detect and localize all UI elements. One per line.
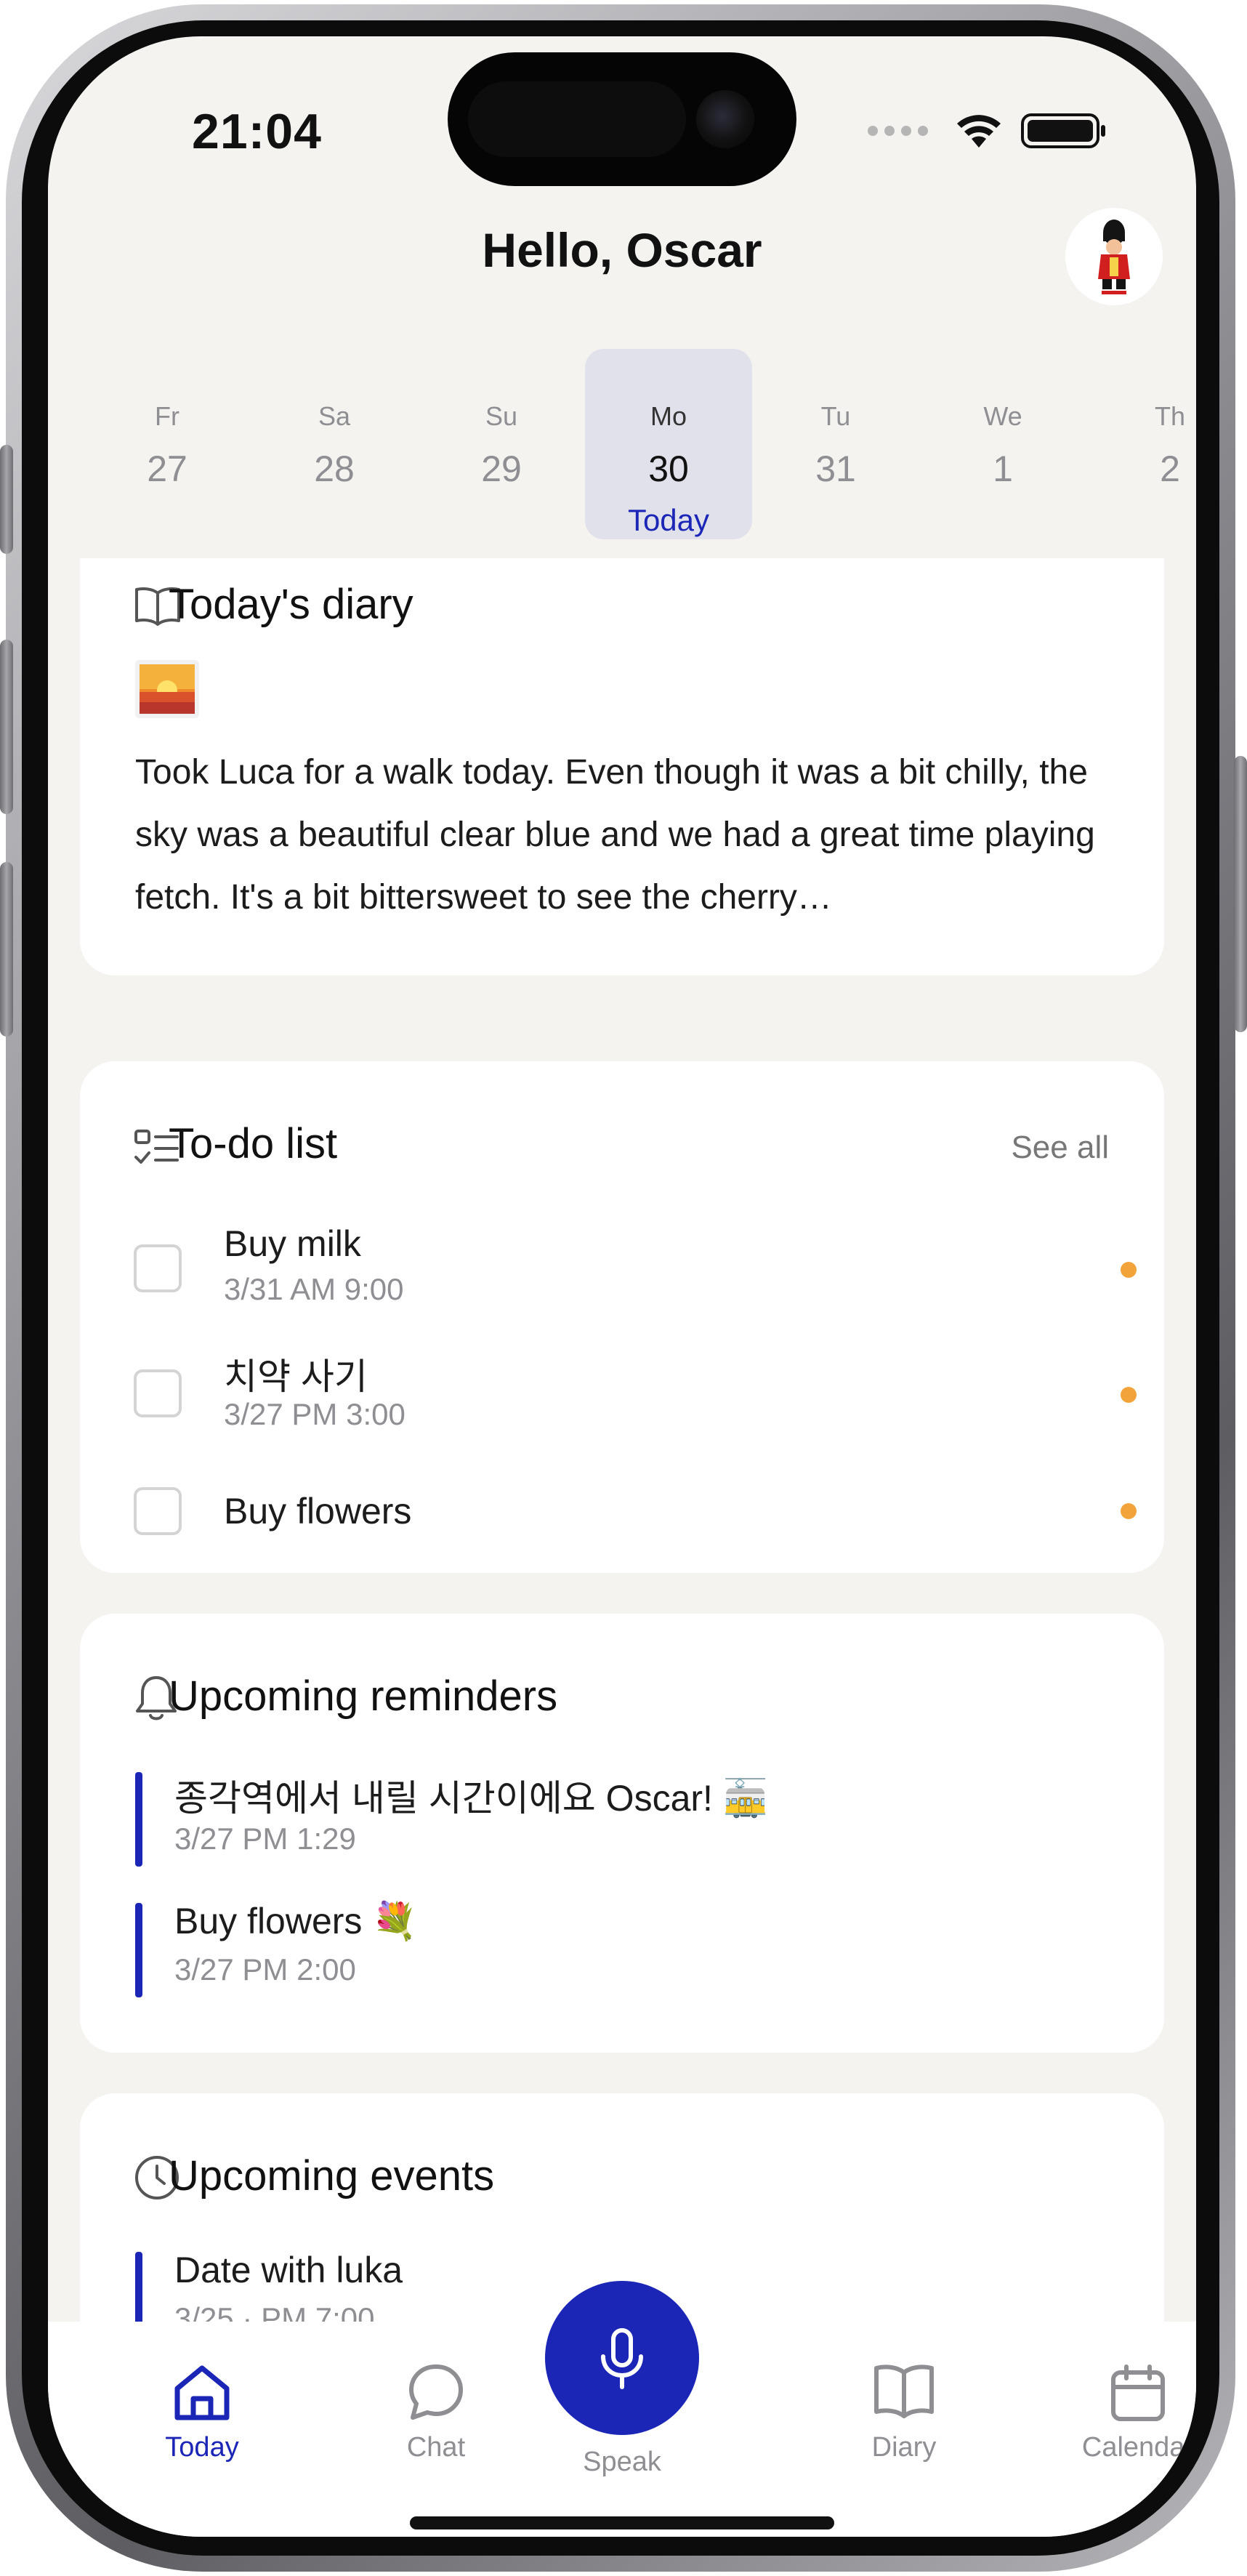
microphone-icon (601, 2328, 643, 2389)
today-label: Today (627, 503, 710, 537)
tab-today-label: Today (165, 2432, 239, 2463)
priority-dot (1121, 1387, 1137, 1403)
reminders-card-title: Upcoming reminders (169, 1673, 558, 1720)
tab-today[interactable]: Today (115, 2362, 289, 2463)
sunrise-photo-icon (135, 660, 199, 718)
events-card-title: Upcoming events (169, 2152, 495, 2199)
volume-up-button (0, 640, 13, 814)
tab-diary[interactable]: Diary (817, 2362, 991, 2463)
calendar-icon (1111, 2364, 1165, 2421)
todo-checkbox[interactable] (134, 1487, 182, 1535)
day-number: 2 (1160, 448, 1180, 489)
day-sa[interactable]: Sa 28 (251, 349, 418, 539)
priority-dot (1121, 1262, 1137, 1278)
tab-calendar[interactable]: Calendar (1051, 2362, 1196, 2463)
day-number: 29 (481, 448, 522, 489)
day-name: Tu (820, 401, 851, 431)
reminder-title: Buy flowers 💐 (174, 1901, 418, 1941)
todo-checkbox[interactable] (134, 1369, 182, 1417)
day-number: 27 (147, 448, 187, 489)
day-name: Th (1154, 401, 1185, 431)
day-we[interactable]: We 1 (919, 349, 1086, 539)
diary-card[interactable]: Today's diary Took Luca for a walk today… (80, 558, 1164, 975)
speak-button[interactable] (545, 2281, 699, 2435)
todo-item[interactable]: Buy flowers (134, 1487, 1137, 1545)
day-name: Mo (650, 401, 687, 431)
reminder-time: 3/27 PM 2:00 (174, 1952, 356, 1987)
wifi-icon (957, 115, 1001, 148)
todo-title: Buy flowers (224, 1491, 412, 1531)
day-name: Su (485, 401, 518, 431)
home-indicator[interactable] (410, 2516, 834, 2529)
reminders-card: Upcoming reminders 종각역에서 내릴 시간이에요 Oscar!… (80, 1614, 1164, 2053)
day-th[interactable]: Th 2 (1086, 349, 1196, 539)
reminder-title: 종각역에서 내릴 시간이에요 Oscar! 🚋 (174, 1778, 769, 1819)
speak-label: Speak (583, 2447, 661, 2477)
reminder-time: 3/27 PM 1:29 (174, 1822, 356, 1856)
reminder-accent-bar (135, 1772, 142, 1867)
todo-card-title: To-do list (169, 1120, 338, 1167)
front-camera (696, 90, 754, 148)
signal-dots-icon (868, 126, 928, 136)
tab-chat[interactable]: Chat (349, 2362, 523, 2463)
todo-title: 치약 사기 (224, 1356, 368, 1397)
dynamic-island (448, 52, 796, 186)
day-fr[interactable]: Fr 27 (84, 349, 251, 539)
tab-diary-label: Diary (871, 2432, 937, 2463)
todo-item[interactable]: 치약 사기 3/27 PM 3:00 (134, 1353, 1137, 1441)
day-mo-selected[interactable]: Mo 30 Today (585, 349, 752, 539)
profile-avatar[interactable] (1065, 208, 1163, 305)
reminder-item[interactable]: Buy flowers 💐 3/27 PM 2:00 (135, 1901, 1123, 1997)
power-button (1234, 756, 1247, 1032)
content-scroll[interactable]: Today's diary Took Luca for a walk today… (48, 558, 1196, 2358)
todo-title: Buy milk (224, 1223, 361, 1264)
diary-text: Took Luca for a walk today. Even though … (135, 753, 1095, 917)
todo-card: To-do list See all Buy milk 3/31 AM 9:00… (80, 1061, 1164, 1573)
day-name: We (983, 401, 1022, 431)
day-name: Sa (318, 401, 351, 431)
todo-see-all-link[interactable]: See all (1011, 1130, 1109, 1166)
day-number: 1 (993, 448, 1013, 489)
home-icon (174, 2365, 230, 2420)
todo-item[interactable]: Buy milk 3/31 AM 9:00 (134, 1223, 1137, 1316)
action-button (0, 445, 13, 554)
guard-avatar-icon (1098, 220, 1130, 294)
bottom-tab-bar: Today Chat Speak Diary Calendar (48, 2281, 1196, 2537)
greeting-title: Hello, Oscar (482, 223, 762, 277)
status-time: 21:04 (192, 104, 322, 159)
book-icon (874, 2364, 934, 2418)
week-strip: Fr 27 Sa 28 Su 29 Mo 30 Today Tu 31 We 1… (48, 349, 1196, 545)
tab-chat-label: Chat (406, 2432, 466, 2463)
todo-due: 3/27 PM 3:00 (224, 1397, 405, 1431)
diary-card-title: Today's diary (169, 581, 413, 628)
status-indicators (868, 112, 1108, 150)
todo-due: 3/31 AM 9:00 (224, 1272, 404, 1306)
reminder-accent-bar (135, 1903, 142, 1997)
event-title: Date with luka (174, 2250, 403, 2290)
day-number: 28 (314, 448, 355, 489)
chat-bubble-icon (409, 2364, 463, 2420)
priority-dot (1121, 1503, 1137, 1519)
day-su[interactable]: Su 29 (418, 349, 585, 539)
volume-down-button (0, 862, 13, 1037)
day-number: 30 (648, 448, 689, 489)
diary-photo-thumbnail[interactable] (135, 660, 199, 718)
todo-checkbox[interactable] (134, 1244, 182, 1292)
battery-icon (1021, 113, 1105, 148)
tab-calendar-label: Calendar (1081, 2432, 1195, 2463)
day-tu[interactable]: Tu 31 (752, 349, 919, 539)
island-sensor (468, 81, 686, 157)
reminder-item[interactable]: 종각역에서 내릴 시간이에요 Oscar! 🚋 3/27 PM 1:29 (135, 1772, 1123, 1867)
app-screen: 21:04 Hello, Oscar Fr 27 Sa 28 Su 29 Mo … (48, 36, 1196, 2537)
day-number: 31 (815, 448, 856, 489)
day-name: Fr (155, 401, 179, 431)
